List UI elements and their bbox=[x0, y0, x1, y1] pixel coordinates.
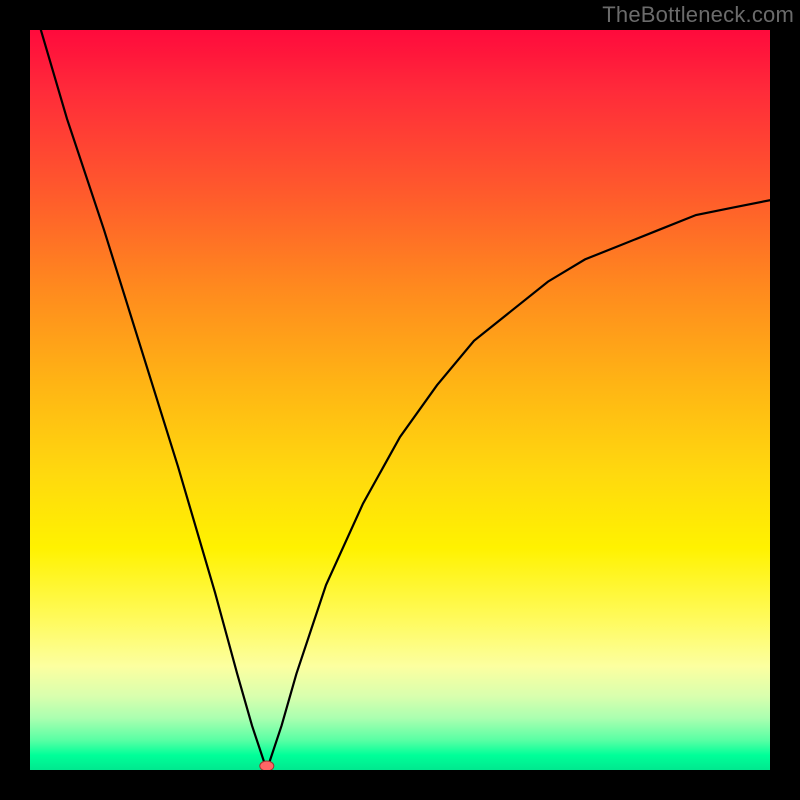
bottleneck-curve bbox=[30, 30, 770, 770]
watermark-text: TheBottleneck.com bbox=[602, 2, 794, 28]
plot-area bbox=[30, 30, 770, 770]
curve-layer bbox=[30, 30, 770, 770]
minimum-marker-icon bbox=[260, 761, 274, 770]
chart-frame: TheBottleneck.com bbox=[0, 0, 800, 800]
